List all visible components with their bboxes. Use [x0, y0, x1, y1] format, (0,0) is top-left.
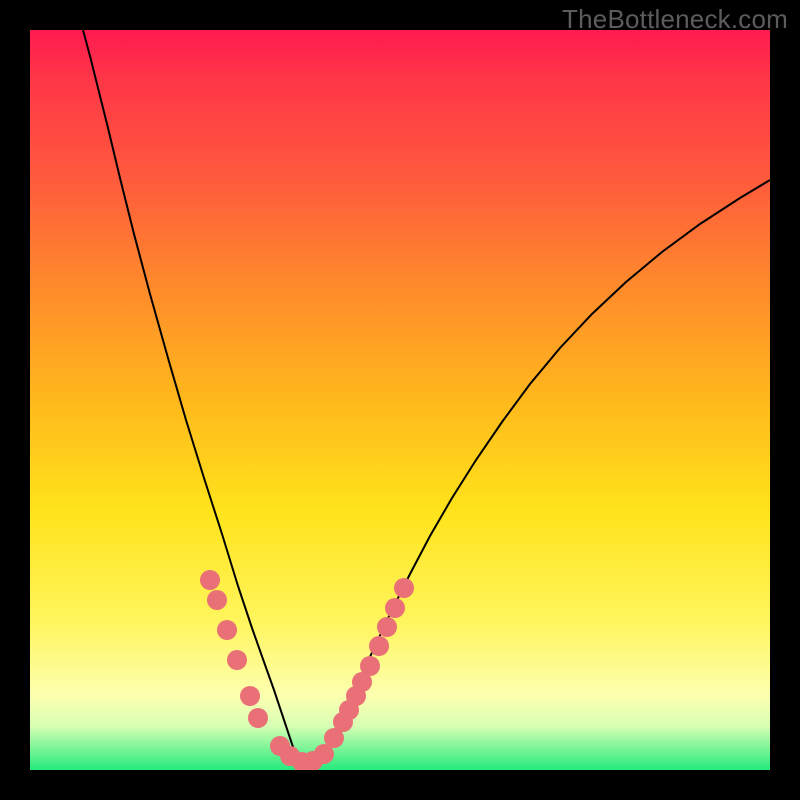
- beads-group-left: [200, 570, 323, 770]
- bead-marker: [394, 578, 414, 598]
- chart-overlay: [30, 30, 770, 770]
- bead-marker: [248, 708, 268, 728]
- bead-marker: [200, 570, 220, 590]
- watermark-text: TheBottleneck.com: [562, 4, 788, 35]
- bead-marker: [360, 656, 380, 676]
- bead-marker: [385, 598, 405, 618]
- bead-marker: [207, 590, 227, 610]
- bead-marker: [227, 650, 247, 670]
- beads-group-right: [314, 578, 414, 764]
- chart-frame: TheBottleneck.com: [0, 0, 800, 800]
- bottleneck-curve: [83, 30, 770, 761]
- bead-marker: [369, 636, 389, 656]
- bead-marker: [217, 620, 237, 640]
- bead-marker: [377, 617, 397, 637]
- plot-area: [30, 30, 770, 770]
- bead-marker: [240, 686, 260, 706]
